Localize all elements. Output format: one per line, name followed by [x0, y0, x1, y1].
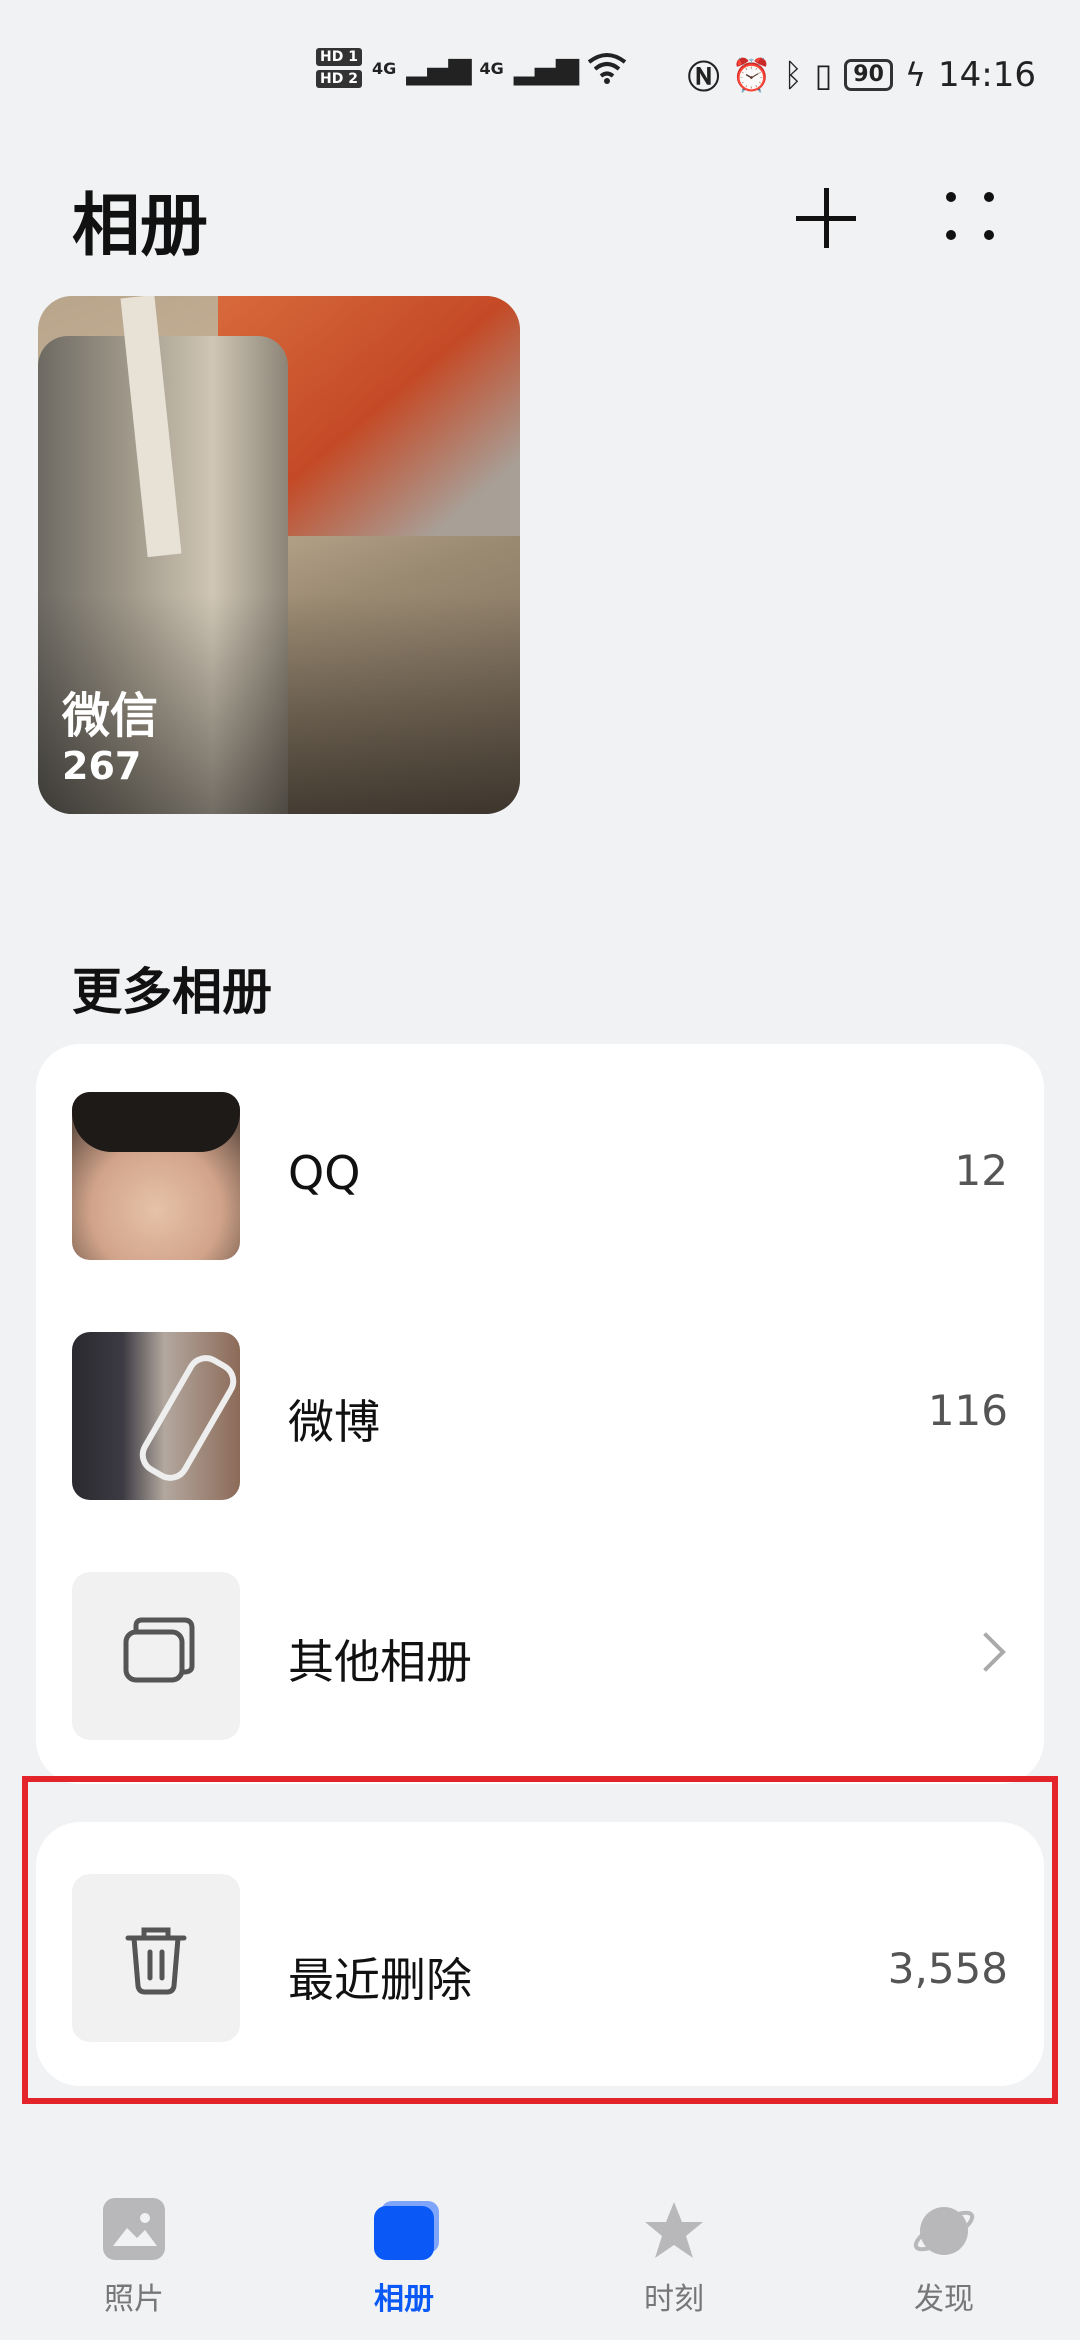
album-row-other[interactable]: 其他相册 [36, 1542, 1044, 1742]
highlight-box [22, 1776, 1058, 2104]
nav-label: 相册 [374, 2282, 434, 2317]
album-thumbnail [72, 1092, 240, 1260]
album-label: QQ [288, 1146, 361, 1200]
planet-icon [913, 2207, 975, 2255]
album-row-qq[interactable]: QQ 12 [36, 1062, 1044, 1262]
other-albums-thumbnail [72, 1572, 240, 1740]
nav-item-photos[interactable]: 照片 [44, 2198, 224, 2318]
album-count: 267 [62, 744, 142, 788]
bottom-nav: 照片 相册 时刻 发现 [0, 2176, 1080, 2340]
featured-album-card[interactable]: 微信 267 [38, 296, 520, 814]
network-type-2: 4G [479, 58, 504, 78]
signal-icon: ▂▄▆ [406, 50, 471, 86]
more-menu-button[interactable] [940, 186, 1000, 246]
alarm-icon: ⏰ [731, 56, 772, 94]
chevron-right-icon [966, 1632, 1006, 1672]
album-count: 116 [927, 1386, 1008, 1435]
hd1-badge: HD 1 [316, 48, 362, 66]
page-title: 相册 [72, 187, 209, 266]
nav-item-albums[interactable]: 相册 [314, 2198, 494, 2318]
charging-icon: ϟ [904, 56, 927, 94]
network-type-1: 4G [371, 58, 397, 78]
album-label: 其他相册 [288, 1635, 472, 1689]
star-icon [645, 2202, 703, 2258]
status-left: HD 1 HD 2 4G ▂▄▆ 4G ▂▄▆ [316, 48, 627, 88]
vibrate-icon: ▯ [814, 56, 833, 94]
album-thumbnail [72, 1332, 240, 1500]
nav-label: 发现 [914, 2282, 974, 2317]
stacked-albums-icon [123, 1617, 195, 1683]
nfc-icon: Ⓝ [687, 58, 720, 96]
status-time: 14:16 [938, 55, 1036, 95]
nav-item-moments[interactable]: 时刻 [584, 2198, 764, 2318]
album-row-weibo[interactable]: 微博 116 [36, 1302, 1044, 1502]
status-right: Ⓝ ⏰ ᛒ ▯ 90 ϟ 14:16 [688, 52, 1036, 98]
hd-indicators: HD 1 HD 2 [316, 48, 362, 88]
album-label: 微博 [288, 1395, 380, 1449]
album-name: 微信 [62, 688, 159, 744]
bluetooth-icon: ᛒ [783, 56, 803, 94]
albums-icon [374, 2206, 434, 2260]
status-bar: HD 1 HD 2 4G ▂▄▆ 4G ▂▄▆ Ⓝ ⏰ ᛒ ▯ 90 ϟ 14:… [0, 0, 1080, 150]
wifi-icon [587, 53, 627, 84]
section-title: 更多相册 [72, 963, 272, 1021]
nav-label: 照片 [104, 2282, 164, 2317]
signal-icon: ▂▄▆ [513, 50, 579, 86]
nav-label: 时刻 [644, 2282, 704, 2317]
add-album-button[interactable] [790, 182, 862, 254]
nav-item-discover[interactable]: 发现 [854, 2198, 1034, 2318]
battery-indicator: 90 [844, 59, 893, 91]
album-count: 12 [954, 1146, 1008, 1195]
hd2-badge: HD 2 [316, 70, 362, 88]
photos-icon [103, 2198, 165, 2260]
